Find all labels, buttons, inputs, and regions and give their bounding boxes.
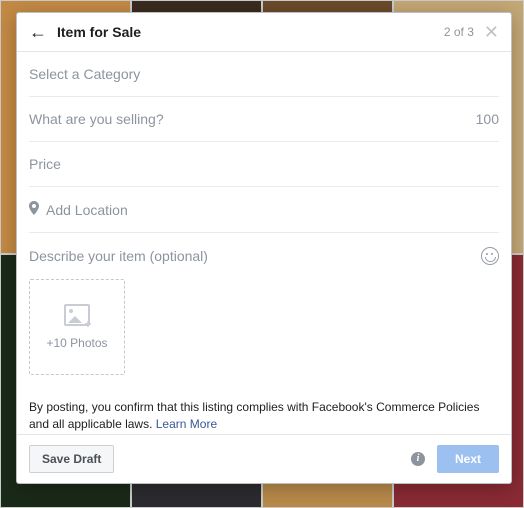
location-input[interactable] [45, 202, 499, 218]
description-label: Describe your item (optional) [29, 248, 481, 264]
item-for-sale-modal: ← Item for Sale 2 of 3 ✕ 100 Describe yo… [16, 12, 512, 484]
plus-icon: + [83, 319, 93, 329]
title-field[interactable]: 100 [29, 97, 499, 142]
learn-more-link[interactable]: Learn More [156, 417, 217, 431]
emoji-picker-icon[interactable] [481, 247, 499, 265]
category-input[interactable] [29, 66, 499, 82]
step-counter: 2 of 3 [444, 25, 474, 39]
close-icon[interactable]: ✕ [484, 23, 499, 41]
modal-title: Item for Sale [57, 24, 444, 40]
next-button[interactable]: Next [437, 445, 499, 473]
description-row: Describe your item (optional) [29, 233, 499, 273]
char-count: 100 [476, 111, 499, 127]
terms-text: By posting, you confirm that this listin… [29, 389, 499, 434]
back-arrow-icon[interactable]: ← [29, 23, 47, 41]
modal-body: 100 Describe your item (optional) + +10 … [17, 52, 511, 434]
location-pin-icon [29, 201, 39, 218]
modal-footer: Save Draft i Next [17, 434, 511, 483]
info-icon[interactable]: i [411, 452, 425, 466]
location-field[interactable] [29, 187, 499, 233]
price-input[interactable] [29, 156, 499, 172]
save-draft-button[interactable]: Save Draft [29, 445, 114, 473]
title-input[interactable] [29, 111, 476, 127]
terms-prefix: By posting, you confirm that this listin… [29, 400, 479, 431]
image-placeholder-icon: + [64, 304, 90, 326]
category-field[interactable] [29, 52, 499, 97]
add-photos-button[interactable]: + +10 Photos [29, 279, 125, 375]
add-photos-label: +10 Photos [46, 336, 107, 350]
modal-header: ← Item for Sale 2 of 3 ✕ [17, 13, 511, 52]
price-field[interactable] [29, 142, 499, 187]
